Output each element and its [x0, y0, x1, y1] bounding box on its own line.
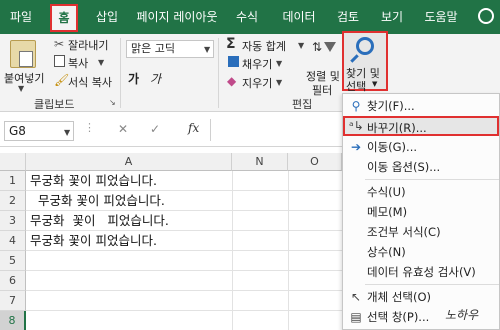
table-row[interactable]	[26, 311, 342, 330]
paste-button[interactable]: 붙여넣기	[4, 70, 44, 86]
name-box-caret[interactable]: ▼	[64, 128, 70, 137]
row-header[interactable]: 1	[0, 171, 26, 191]
eraser-icon: ◆	[227, 74, 237, 88]
copy-dropdown-caret[interactable]: ▼	[98, 58, 104, 67]
magnifier-handle	[350, 54, 359, 63]
cut-button[interactable]: 잘라내기	[68, 37, 108, 53]
find-select-menu: ⚲ 찾기(F)... ᵃ↳ 바꾸기(R)... ➔ 이동(G)... 이동 옵션…	[342, 93, 500, 330]
search-icon: ⚲	[351, 99, 361, 113]
row-header-selected[interactable]: 8	[0, 311, 26, 330]
menu-item-select-objects[interactable]: ↖ 개체 선택(O)	[343, 287, 499, 307]
fill-icon	[228, 56, 239, 67]
fill-dropdown-caret[interactable]: ▼	[276, 59, 282, 68]
font-dropdown-caret[interactable]: ▼	[204, 45, 210, 54]
bold-icon[interactable]: 가	[128, 70, 139, 87]
paste-dropdown-caret[interactable]: ▼	[18, 84, 24, 93]
worksheet-grid: A N O 1 무궁화 꽃이 피었습니다. 2 무궁화 꽃이 피었습니다. 3 …	[0, 153, 342, 330]
ribbon-tab-bar: 파일 홈 삽입 페이지 레이아웃 수식 데이터 검토 보기 도움말	[0, 0, 500, 34]
column-header-a[interactable]: A	[26, 153, 232, 171]
table-row[interactable]	[26, 271, 342, 291]
font-name-dropdown[interactable]: 맑은 고딕	[126, 40, 214, 58]
tab-data[interactable]: 데이터	[276, 6, 322, 28]
autosum-dropdown-caret[interactable]: ▼	[298, 41, 304, 50]
insert-function-icon[interactable]: fx	[188, 121, 199, 135]
formula-bar-separator: ⋮	[84, 121, 95, 134]
pointer-icon: ↖	[350, 290, 362, 304]
magnifier-icon	[356, 37, 374, 55]
tab-file[interactable]: 파일	[6, 6, 36, 28]
formula-input[interactable]	[210, 119, 342, 141]
menu-item-goto[interactable]: ➔ 이동(G)...	[343, 137, 499, 157]
sort-filter-icon: ⇅	[312, 40, 323, 54]
row-header[interactable]: 6	[0, 271, 26, 291]
menu-item-replace[interactable]: ᵃ↳ 바꾸기(R)...	[343, 116, 499, 136]
find-select-caret: ▼	[372, 80, 378, 88]
clear-button[interactable]: 지우기	[242, 75, 272, 91]
clear-dropdown-caret[interactable]: ▼	[276, 78, 282, 87]
format-painter-icon: 🖌	[54, 73, 70, 87]
menu-item-goto-special[interactable]: 이동 옵션(S)...	[343, 157, 499, 177]
funnel-icon	[324, 42, 336, 52]
menu-item-formulas[interactable]: 수식(U)	[343, 182, 499, 202]
table-row[interactable]	[26, 251, 342, 271]
copy-button[interactable]: 복사	[68, 55, 88, 71]
cell-a4[interactable]: 무궁화 꽃이 피었습니다.	[30, 231, 157, 251]
column-header-o[interactable]: O	[288, 153, 342, 171]
editing-group-label: 편집	[292, 98, 313, 111]
cancel-icon[interactable]: ✕	[118, 122, 128, 136]
enter-icon[interactable]: ✓	[150, 122, 160, 136]
ribbon-separator	[120, 38, 121, 108]
tab-home[interactable]: 홈	[50, 4, 78, 32]
row-header[interactable]: 7	[0, 291, 26, 311]
clipboard-group-label: 클립보드	[34, 98, 75, 111]
paste-icon[interactable]	[10, 40, 36, 68]
copy-icon	[54, 55, 65, 67]
lightbulb-icon[interactable]	[478, 8, 494, 24]
table-row[interactable]	[26, 291, 342, 311]
tab-help[interactable]: 도움말	[418, 6, 464, 28]
menu-item-constants[interactable]: 상수(N)	[343, 242, 499, 262]
cell-a1[interactable]: 무궁화 꽃이 피었습니다.	[30, 171, 157, 191]
sort-filter-line2[interactable]: 필터	[312, 82, 332, 98]
format-painter-button[interactable]: 서식 복사	[68, 74, 112, 90]
row-header[interactable]: 2	[0, 191, 26, 211]
tab-insert[interactable]: 삽입	[90, 6, 124, 28]
scissors-icon: ✂	[54, 37, 65, 51]
ribbon-separator	[218, 38, 219, 108]
arrow-right-icon: ➔	[350, 140, 362, 154]
fill-button[interactable]: 채우기	[242, 56, 272, 72]
row-header[interactable]: 5	[0, 251, 26, 271]
autosum-icon: Σ	[226, 36, 236, 52]
tab-view[interactable]: 보기	[376, 6, 408, 28]
menu-item-data-validation[interactable]: 데이터 유효성 검사(V)	[343, 262, 499, 282]
row-header[interactable]: 4	[0, 231, 26, 251]
find-select-button[interactable]: 찾기 및 선택 ▼	[342, 31, 388, 93]
select-all-corner[interactable]	[0, 153, 26, 171]
tab-page-layout[interactable]: 페이지 레이아웃	[132, 6, 222, 28]
menu-separator	[365, 179, 499, 180]
clipboard-launcher-icon[interactable]: ↘	[109, 98, 116, 107]
menu-item-find[interactable]: ⚲ 찾기(F)...	[343, 96, 499, 116]
menu-item-conditional-formatting[interactable]: 조건부 서식(C)	[343, 222, 499, 242]
menu-item-notes[interactable]: 메모(M)	[343, 202, 499, 222]
replace-icon: ᵃ↳	[349, 119, 364, 133]
cell-a3[interactable]: 무궁화 꽃이 피었습니다.	[30, 211, 169, 231]
selection-pane-icon: ▤	[350, 310, 362, 324]
find-select-line2: 선택	[346, 80, 367, 93]
menu-separator	[365, 284, 499, 285]
watermark-text: 노하우	[445, 308, 479, 322]
column-header-n[interactable]: N	[232, 153, 288, 171]
cell-a2[interactable]: 무궁화 꽃이 피었습니다.	[30, 191, 165, 211]
autosum-button[interactable]: 자동 합계	[242, 38, 286, 54]
tab-review[interactable]: 검토	[332, 6, 364, 28]
row-header[interactable]: 3	[0, 211, 26, 231]
italic-icon[interactable]: 가	[150, 70, 161, 87]
tab-formulas[interactable]: 수식	[230, 6, 264, 28]
